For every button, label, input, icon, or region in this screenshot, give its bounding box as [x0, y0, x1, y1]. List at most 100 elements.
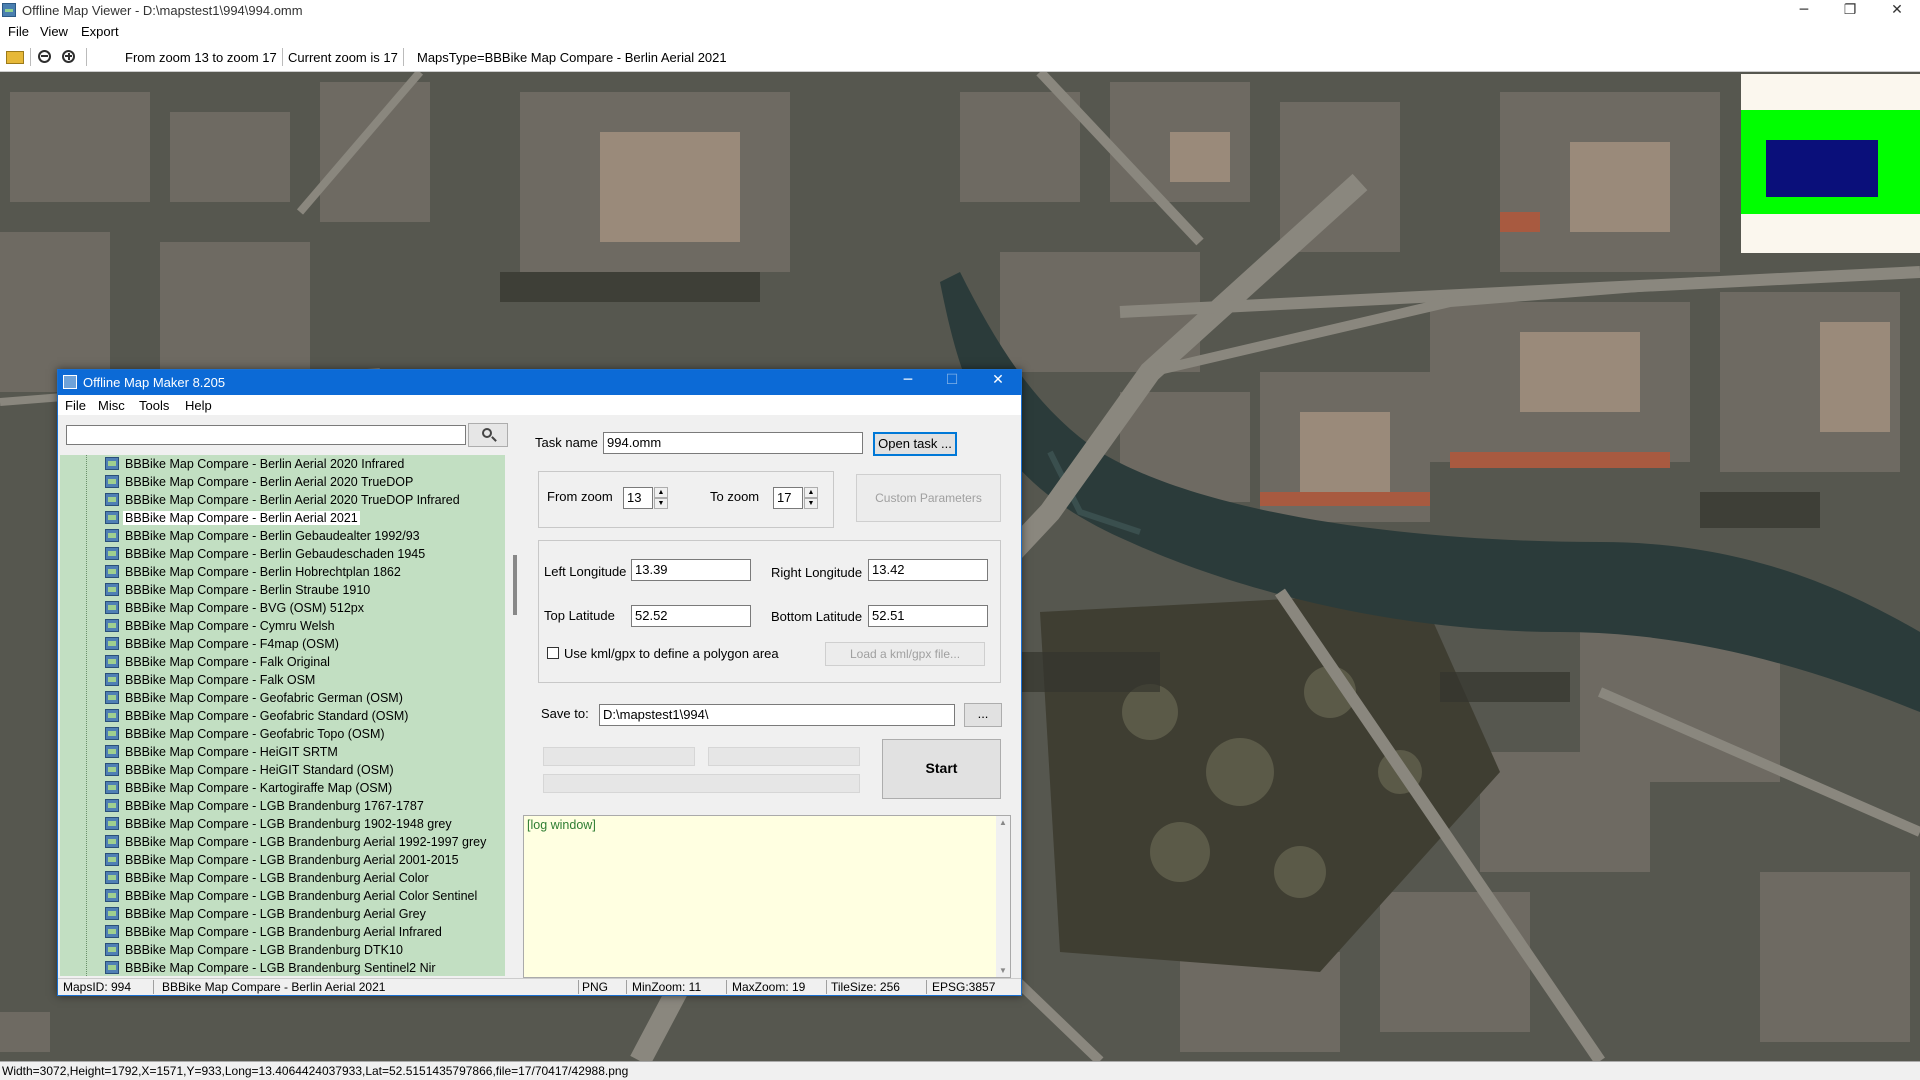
tree-item[interactable]: BBBike Map Compare - LGB Brandenburg DTK…: [60, 941, 505, 959]
tree-item[interactable]: BBBike Map Compare - BVG (OSM) 512px: [60, 599, 505, 617]
map-icon: [105, 493, 119, 506]
omm-menu-help[interactable]: Help: [185, 398, 212, 413]
log-scrollbar[interactable]: ▲ ▼: [996, 816, 1010, 977]
tree-scrollbar-thumb[interactable]: [513, 555, 517, 615]
current-zoom-text: Current zoom is 17: [288, 50, 398, 65]
from-zoom-spinner[interactable]: ▲ ▼: [654, 487, 668, 509]
tree-item[interactable]: BBBike Map Compare - Berlin Aerial 2020 …: [60, 491, 505, 509]
viewer-statusbar: Width=3072,Height=1792,X=1571,Y=933,Long…: [0, 1061, 1920, 1080]
tree-item[interactable]: BBBike Map Compare - F4map (OSM): [60, 635, 505, 653]
tree-item-label: BBBike Map Compare - Geofabric Topo (OSM…: [125, 727, 385, 741]
tree-item[interactable]: BBBike Map Compare - HeiGIT SRTM: [60, 743, 505, 761]
tree-item[interactable]: BBBike Map Compare - LGB Brandenburg Aer…: [60, 923, 505, 941]
tree-item[interactable]: BBBike Map Compare - Falk OSM: [60, 671, 505, 689]
kml-checkbox[interactable]: [547, 647, 559, 659]
tree-item-label: BBBike Map Compare - Falk OSM: [125, 673, 316, 687]
tree-item-label: BBBike Map Compare - Kartogiraffe Map (O…: [125, 781, 393, 795]
map-search-button[interactable]: [468, 423, 508, 447]
custom-parameters-button[interactable]: Custom Parameters: [856, 474, 1001, 522]
omm-maximize-button[interactable]: ☐: [932, 372, 972, 388]
tree-item-label: BBBike Map Compare - LGB Brandenburg Aer…: [125, 871, 429, 885]
omm-menu-misc[interactable]: Misc: [98, 398, 125, 413]
right-longitude-field[interactable]: 13.42: [868, 559, 988, 581]
left-longitude-label: Left Longitude: [544, 564, 627, 579]
tree-scrollbar[interactable]: [510, 455, 520, 976]
tree-item-label: BBBike Map Compare - Cymru Welsh: [125, 619, 335, 633]
scroll-up-icon[interactable]: ▲: [999, 818, 1007, 827]
zoom-in-icon[interactable]: [62, 50, 75, 63]
tree-item[interactable]: BBBike Map Compare - Berlin Gebaudeschad…: [60, 545, 505, 563]
top-latitude-field[interactable]: 52.52: [631, 605, 751, 627]
map-icon: [105, 475, 119, 488]
log-window[interactable]: [log window] ▲ ▼: [523, 815, 1011, 978]
tree-item[interactable]: BBBike Map Compare - Falk Original: [60, 653, 505, 671]
minimap-viewport[interactable]: [1766, 140, 1878, 197]
status-maps-name: BBBike Map Compare - Berlin Aerial 2021: [162, 980, 386, 994]
map-source-tree[interactable]: BBBike Map Compare - Berlin Aerial 2020 …: [60, 455, 505, 976]
from-zoom-field[interactable]: 13: [623, 487, 653, 509]
to-zoom-down[interactable]: ▼: [804, 498, 818, 509]
to-zoom-label: To zoom: [710, 489, 760, 504]
zoom-range-text: From zoom 13 to zoom 17: [125, 50, 277, 65]
menu-export[interactable]: Export: [81, 24, 119, 39]
load-kml-button[interactable]: Load a kml/gpx file...: [825, 642, 985, 666]
omm-close-button[interactable]: ✕: [978, 372, 1018, 388]
map-icon: [105, 637, 119, 650]
tree-item[interactable]: BBBike Map Compare - Berlin Aerial 2021: [60, 509, 505, 527]
tree-item[interactable]: BBBike Map Compare - LGB Brandenburg Aer…: [60, 887, 505, 905]
from-zoom-down[interactable]: ▼: [654, 498, 668, 509]
bottom-latitude-label: Bottom Latitude: [771, 609, 863, 624]
tree-item[interactable]: BBBike Map Compare - LGB Brandenburg 190…: [60, 815, 505, 833]
tree-item[interactable]: BBBike Map Compare - Cymru Welsh: [60, 617, 505, 635]
tree-item[interactable]: BBBike Map Compare - HeiGIT Standard (OS…: [60, 761, 505, 779]
scroll-down-icon[interactable]: ▼: [999, 966, 1007, 975]
tree-item[interactable]: BBBike Map Compare - LGB Brandenburg Sen…: [60, 959, 505, 976]
tree-item[interactable]: BBBike Map Compare - Berlin Gebaudealter…: [60, 527, 505, 545]
bottom-latitude-field[interactable]: 52.51: [868, 605, 988, 627]
tree-item[interactable]: BBBike Map Compare - Geofabric Topo (OSM…: [60, 725, 505, 743]
minimap[interactable]: [1741, 74, 1920, 253]
right-longitude-label: Right Longitude: [771, 565, 863, 580]
tree-item[interactable]: BBBike Map Compare - LGB Brandenburg Aer…: [60, 833, 505, 851]
task-name-field[interactable]: 994.omm: [603, 432, 863, 454]
maps-type-text: MapsType=BBBike Map Compare - Berlin Aer…: [417, 50, 727, 65]
tree-item[interactable]: BBBike Map Compare - Berlin Straube 1910: [60, 581, 505, 599]
tree-item[interactable]: BBBike Map Compare - LGB Brandenburg Aer…: [60, 851, 505, 869]
menu-file[interactable]: File: [8, 24, 29, 39]
omm-menu-tools[interactable]: Tools: [139, 398, 169, 413]
tree-item[interactable]: BBBike Map Compare - LGB Brandenburg Aer…: [60, 905, 505, 923]
omm-menu-file[interactable]: File: [65, 398, 86, 413]
start-button[interactable]: Start: [882, 739, 1001, 799]
minimize-button[interactable]: ─: [1781, 0, 1827, 22]
tree-item[interactable]: BBBike Map Compare - Kartogiraffe Map (O…: [60, 779, 505, 797]
restore-button[interactable]: ❐: [1827, 0, 1873, 22]
save-to-label: Save to:: [541, 706, 589, 721]
menu-view[interactable]: View: [40, 24, 68, 39]
browse-button[interactable]: ...: [964, 703, 1002, 727]
from-zoom-up[interactable]: ▲: [654, 487, 668, 498]
open-folder-icon[interactable]: [6, 51, 24, 64]
search-icon: [482, 428, 492, 438]
to-zoom-field[interactable]: 17: [773, 487, 803, 509]
omm-minimize-button[interactable]: ─: [888, 372, 928, 388]
toolbar-separator: [86, 48, 87, 66]
tree-item[interactable]: BBBike Map Compare - LGB Brandenburg 176…: [60, 797, 505, 815]
omm-titlebar: Offline Map Maker 8.205 ─ ☐ ✕: [58, 370, 1021, 395]
save-to-field[interactable]: D:\mapstest1\994\: [599, 704, 955, 726]
tree-item[interactable]: BBBike Map Compare - Geofabric German (O…: [60, 689, 505, 707]
left-longitude-field[interactable]: 13.39: [631, 559, 751, 581]
tree-item[interactable]: BBBike Map Compare - Berlin Hobrechtplan…: [60, 563, 505, 581]
to-zoom-up[interactable]: ▲: [804, 487, 818, 498]
tree-item[interactable]: BBBike Map Compare - Berlin Aerial 2020 …: [60, 473, 505, 491]
map-icon: [105, 907, 119, 920]
tree-item[interactable]: BBBike Map Compare - LGB Brandenburg Aer…: [60, 869, 505, 887]
tree-item[interactable]: BBBike Map Compare - Berlin Aerial 2020 …: [60, 455, 505, 473]
zoom-out-icon[interactable]: [38, 50, 51, 63]
to-zoom-spinner[interactable]: ▲ ▼: [804, 487, 818, 509]
offline-map-maker-window: Offline Map Maker 8.205 ─ ☐ ✕ File Misc …: [57, 369, 1022, 996]
close-button[interactable]: ✕: [1874, 0, 1920, 22]
tree-item-label: BBBike Map Compare - LGB Brandenburg 176…: [125, 799, 424, 813]
tree-item[interactable]: BBBike Map Compare - Geofabric Standard …: [60, 707, 505, 725]
open-task-button[interactable]: Open task ...: [873, 432, 957, 456]
map-search-input[interactable]: [66, 425, 466, 445]
